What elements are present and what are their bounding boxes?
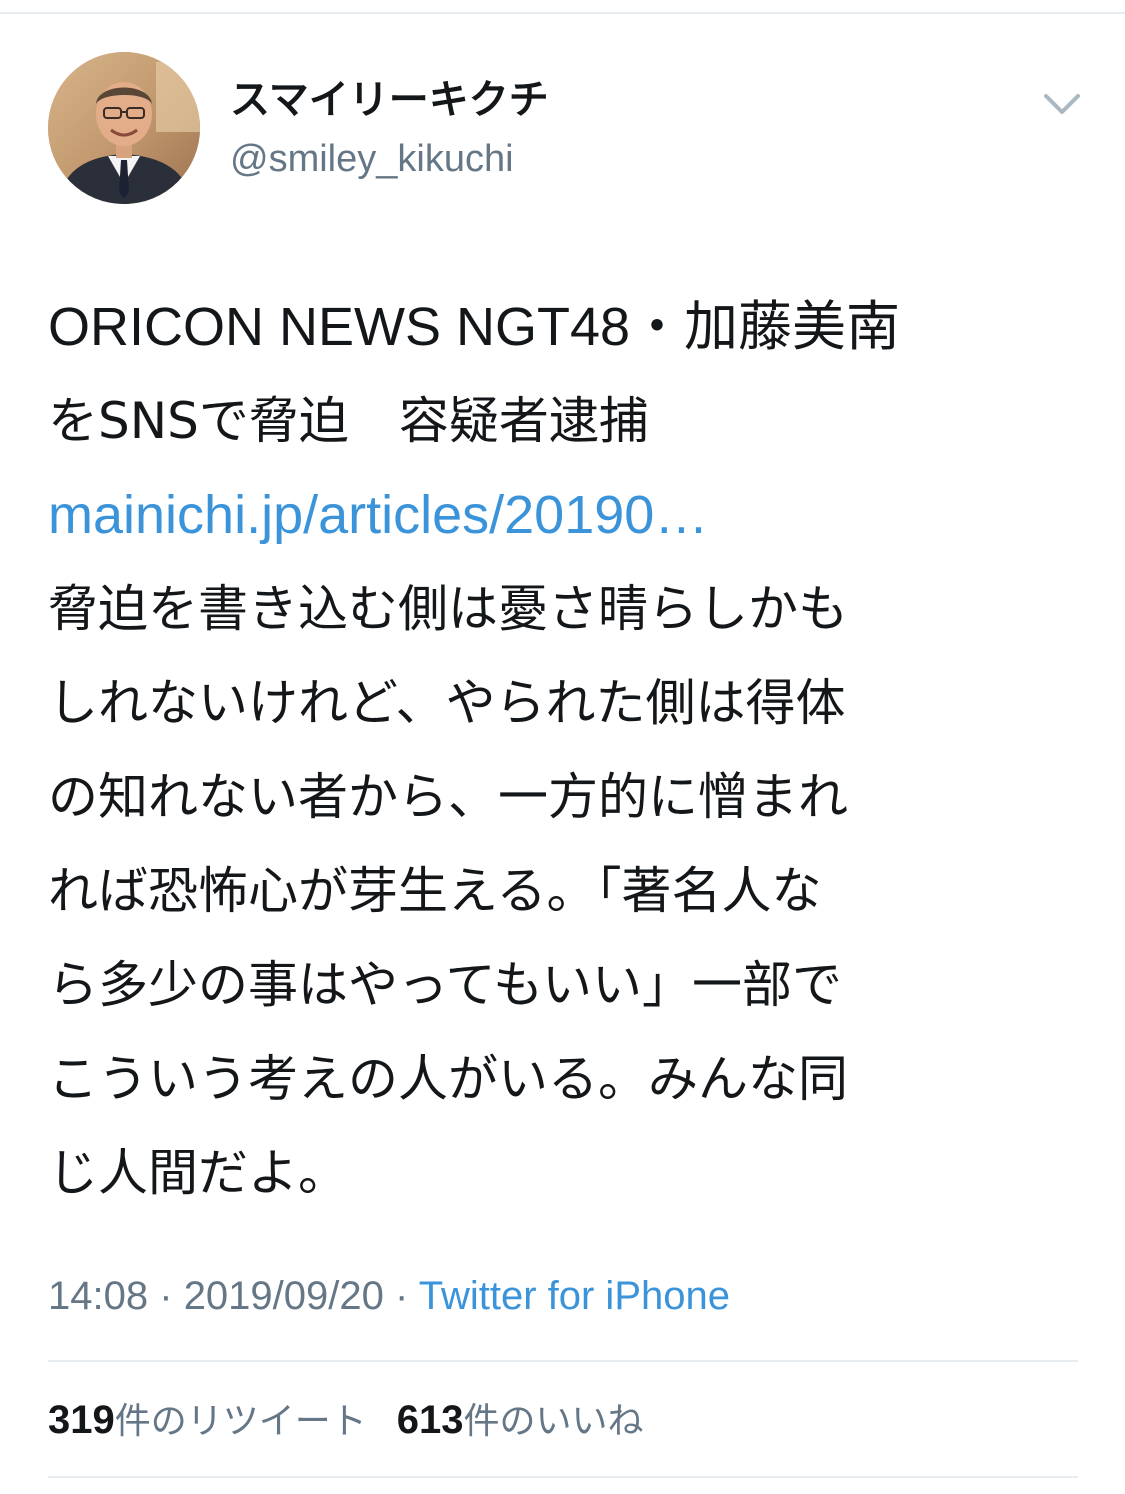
tweet-body-line: ら多少の事はやってもいい」一部で [48,956,842,1014]
meta-separator: · [159,1274,173,1318]
tweet-meta: 14:08 · 2019/09/20 · Twitter for iPhone [48,1270,730,1322]
tweet-line: ORICON NEWS NGT48・加藤美南 [48,297,901,357]
likes-stat[interactable]: 613件のいいね [397,1394,644,1448]
tweet-text: ORICON NEWS NGT48・加藤美南 をSNSで脅迫 容疑者逮捕 mai… [48,280,1088,1220]
meta-separator: · [395,1274,409,1318]
tweet-body-line: 脅迫を書き込む側は憂さ晴らしかも [48,580,848,638]
tweet-body-line: しれないけれど、やられた側は得体 [48,674,846,732]
divider [48,1476,1078,1478]
tweet-body-line: の知れない者から、一方的に憎まれ [48,768,848,826]
retweet-label: 件のリツイート [114,1401,367,1442]
tweet-time: 14:08 [48,1274,149,1318]
article-link[interactable]: mainichi.jp/articles/20190… [48,468,1088,562]
tweet-body-line: れば恐怖心が芽生える。「著名人な [48,862,822,920]
like-count: 613 [396,1398,464,1442]
tweet-date: 2019/09/20 [183,1274,384,1318]
tweet-body-line: じ人間だよ。 [48,1144,348,1202]
divider [48,1360,1078,1362]
retweets-stat[interactable]: 319件のリツイート [48,1394,367,1448]
tweet-source-link[interactable]: Twitter for iPhone [419,1274,730,1318]
tweet-stats: 319件のリツイート 613件のいいね [48,1394,644,1448]
tweet-line: をSNSで脅迫 容疑者逮捕 [48,392,649,450]
like-label: 件のいいね [463,1401,644,1442]
chevron-down-icon[interactable] [1040,86,1084,122]
display-name[interactable]: スマイリーキクチ [230,76,549,124]
profile-photo-icon [48,52,200,204]
avatar[interactable] [48,52,200,204]
tweet-body-line: こういう考えの人がいる。みんな同 [48,1050,848,1108]
retweet-count: 319 [48,1398,115,1442]
handle[interactable]: @smiley_kikuchi [230,136,514,182]
top-divider [0,12,1125,14]
